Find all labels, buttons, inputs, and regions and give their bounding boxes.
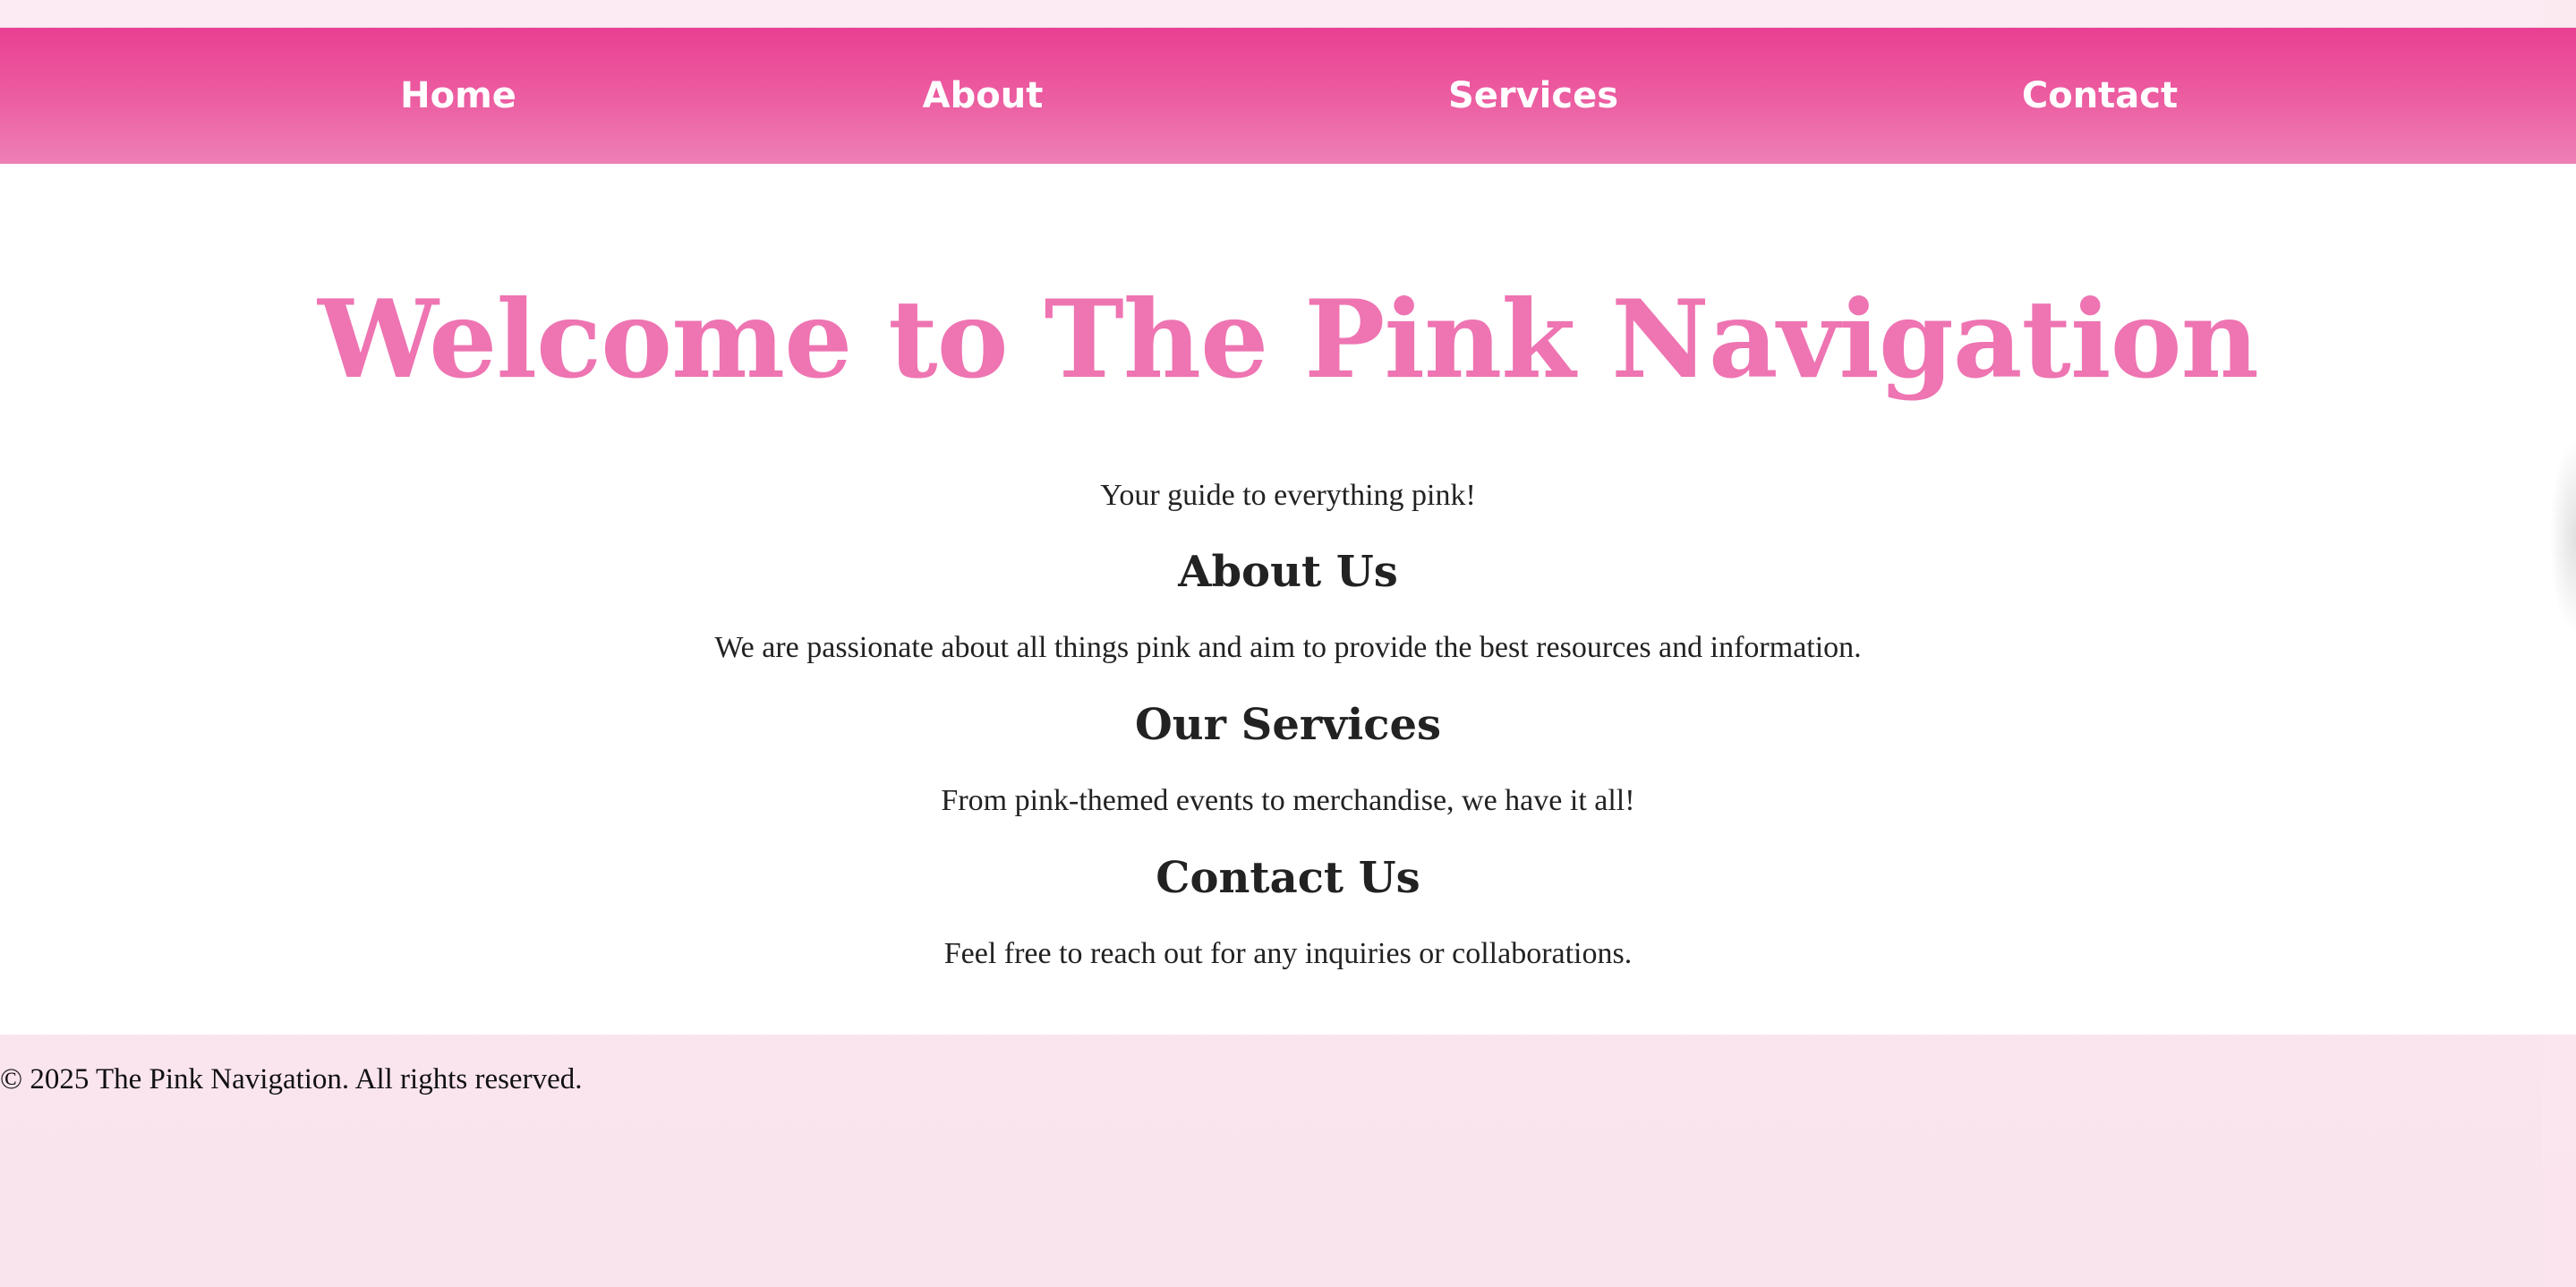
nav-link-services[interactable]: Services [1448, 28, 1618, 164]
page-title: Welcome to The Pink Navigation [318, 277, 2259, 403]
copyright-text: © 2025 The Pink Navigation. All rights r… [0, 1063, 583, 1095]
contact-heading: Contact Us [1156, 853, 1420, 903]
main-content: Welcome to The Pink Navigation Your guid… [0, 164, 2576, 1035]
window-edge-shadow [2549, 439, 2576, 635]
services-text: From pink-themed events to merchandise, … [941, 784, 1635, 817]
main-navbar: Home About Services Contact [0, 28, 2576, 164]
tagline-text: Your guide to everything pink! [1100, 479, 1476, 512]
nav-link-home[interactable]: Home [400, 28, 516, 164]
about-heading: About Us [1178, 547, 1398, 597]
services-heading: Our Services [1134, 700, 1442, 750]
about-text: We are passionate about all things pink … [714, 631, 1862, 664]
contact-text: Feel free to reach out for any inquiries… [943, 937, 1633, 970]
nav-link-contact[interactable]: Contact [2022, 28, 2178, 164]
nav-link-about[interactable]: About [923, 28, 1044, 164]
